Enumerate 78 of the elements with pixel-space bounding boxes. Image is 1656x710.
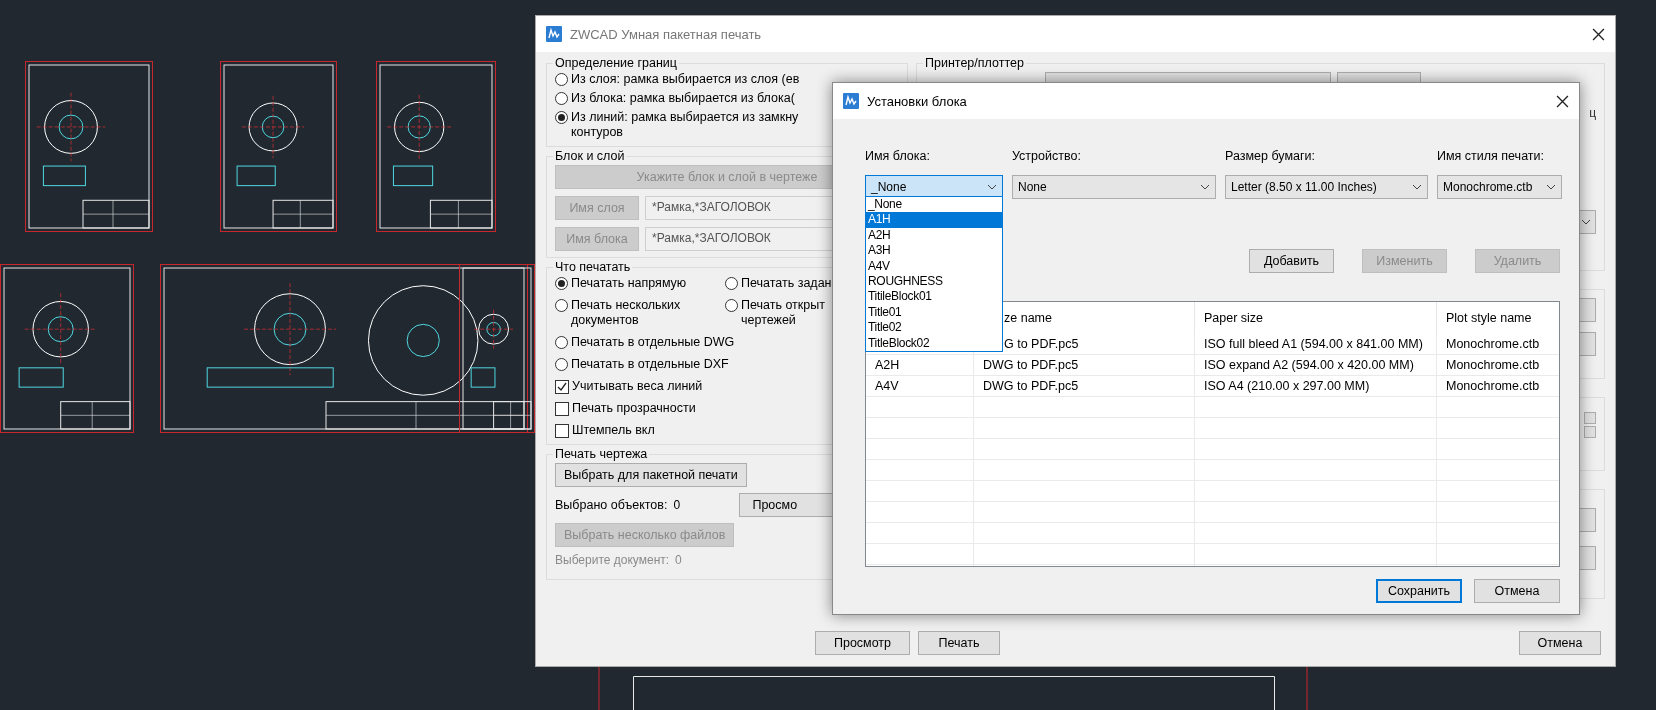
checkbox[interactable] xyxy=(555,424,569,438)
column-header: Paper size xyxy=(1195,302,1437,334)
chevron-down-icon xyxy=(1581,219,1591,225)
close-icon[interactable] xyxy=(1556,94,1569,108)
radio-button[interactable] xyxy=(555,92,568,105)
button[interactable]: Добавить xyxy=(1249,249,1334,273)
table-cell: ISO expand A2 (594.00 x 420.00 MM) xyxy=(1204,358,1414,372)
button[interactable]: Печать xyxy=(918,631,1000,655)
document-count: 0 xyxy=(675,553,682,567)
field-label: Имя блока: xyxy=(865,149,931,163)
radio-button[interactable] xyxy=(555,299,568,312)
group-label: Принтер/плоттер xyxy=(924,56,1025,70)
button[interactable]: Выбрать для пакетной печати xyxy=(555,463,747,487)
chevron-down-icon xyxy=(1200,184,1210,190)
checkbox[interactable] xyxy=(555,380,569,394)
chevron-down-icon xyxy=(1546,184,1556,190)
option-label: Печатать в отдельные DXF xyxy=(571,357,729,372)
table-cell: ISO A4 (210.00 x 297.00 MM) xyxy=(1204,379,1370,393)
list-item[interactable]: TitileBlock01 xyxy=(866,289,1002,305)
option-label: Учитывать веса линий xyxy=(572,379,703,394)
radio-button[interactable] xyxy=(555,358,568,371)
table-cell: DWG to PDF.pc5 xyxy=(983,358,1079,372)
dropdown[interactable]: _None xyxy=(865,175,1003,199)
field-label: Устройство: xyxy=(1012,149,1082,163)
dropdown[interactable]: None xyxy=(1012,175,1216,199)
option-label: Печать нескольких документов xyxy=(571,298,681,328)
selected-count: 0 xyxy=(673,498,682,512)
button[interactable]: Сохранить xyxy=(1376,579,1462,603)
group-label: Определение границ xyxy=(554,56,678,70)
document-label: Выберите документ: xyxy=(555,553,670,567)
button[interactable]: Отмена xyxy=(1474,579,1560,603)
option-label: Печать прозрачности xyxy=(572,401,696,416)
table-cell: DWG to PDF.pc5 xyxy=(983,379,1079,393)
table-cell: A4V xyxy=(875,379,899,393)
radio-button[interactable] xyxy=(555,111,568,124)
button[interactable]: Отмена xyxy=(1519,631,1601,655)
table-cell: Monochrome.ctb xyxy=(1446,358,1540,372)
selected-count-label: Выбрано объектов: xyxy=(555,498,668,512)
group-label: Печать чертежа xyxy=(554,447,649,461)
table-cell: Monochrome.ctb xyxy=(1446,337,1540,351)
window-title: Установки блока xyxy=(867,93,968,109)
option-label: Из блока: рамка выбирается из блока( xyxy=(571,91,795,106)
chevron-down-icon xyxy=(1412,184,1422,190)
checkbox[interactable] xyxy=(555,402,569,416)
option-label: Печатать в отдельные DWG xyxy=(571,335,735,350)
table-cell: ISO full bleed A1 (594.00 x 841.00 MM) xyxy=(1204,337,1423,351)
chevron-down-icon xyxy=(987,184,997,190)
dropdown[interactable]: Letter (8.50 x 11.00 Inches) xyxy=(1225,175,1428,199)
radio-button[interactable] xyxy=(555,336,568,349)
radio-button[interactable] xyxy=(555,73,568,86)
button[interactable]: Просмотр xyxy=(815,631,910,655)
table-cell: Monochrome.ctb xyxy=(1446,379,1540,393)
field-label: Имя стиля печати: xyxy=(1437,149,1545,163)
group-label: Блок и слой xyxy=(554,149,626,163)
radio-button[interactable] xyxy=(555,277,568,290)
option-label: Из слоя: рамка выбирается из слоя (ев xyxy=(571,72,800,87)
list-item[interactable]: TitleBlock02 xyxy=(866,335,1002,351)
option-label: Из линий: рамка выбирается из замкну контуров xyxy=(571,110,799,140)
field-label: Размер бумаги: xyxy=(1225,149,1316,163)
group-label: Что печатать xyxy=(554,260,632,274)
option-label: Печатать задан xyxy=(741,276,832,291)
list-item[interactable]: A1H xyxy=(866,212,1002,228)
table-cell: G to PDF.pc5 xyxy=(1004,337,1079,351)
window-title: ZWCAD Умная пакетная печать xyxy=(570,26,763,42)
list-item[interactable]: ROUGHNESS xyxy=(866,273,1002,290)
table-cell: A2H xyxy=(875,358,900,372)
column-header: Plot style name xyxy=(1437,302,1559,334)
app-logo-icon xyxy=(546,26,562,42)
label-text: ц xyxy=(1589,106,1596,120)
list-item[interactable]: A4V xyxy=(866,258,1002,274)
option-label: Печать открыт чертежей xyxy=(741,298,825,328)
option-label: Штемпель вкл xyxy=(572,423,655,438)
radio-button[interactable] xyxy=(725,277,738,290)
radio-button[interactable] xyxy=(725,299,738,312)
option-label: Печатать напрямую xyxy=(571,276,687,291)
close-icon[interactable] xyxy=(1592,27,1605,41)
dropdown[interactable]: Monochrome.ctb xyxy=(1437,175,1562,199)
app-logo-icon xyxy=(843,93,859,109)
